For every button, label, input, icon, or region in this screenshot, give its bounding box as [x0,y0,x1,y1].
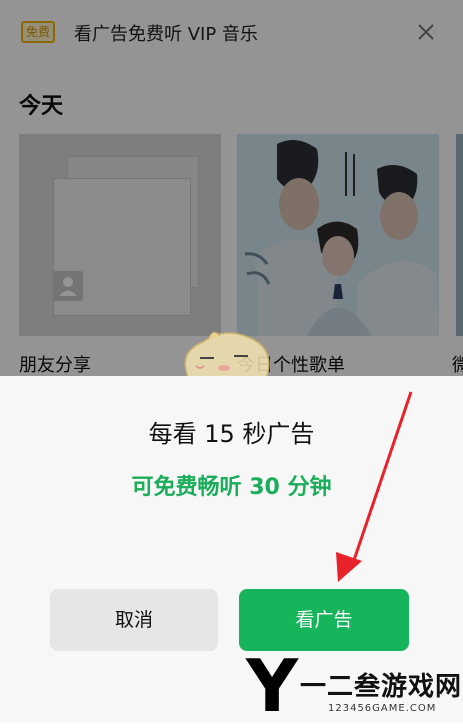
app-screen: 免费 看广告免费听 VIP 音乐 今天 朋友分享 今日个性歌单 微 每看 15 … [0,0,463,723]
site-watermark-url: 123456GAME.COM [328,703,437,714]
cancel-button[interactable]: 取消 [50,589,218,651]
watch-ad-button[interactable]: 看广告 [239,589,409,651]
dialog-title: 每看 15 秒广告 [148,420,315,448]
dialog-subtitle: 可免费畅听 30 分钟 [131,475,332,500]
site-watermark-title: 一二叁游戏网 [300,672,463,702]
dim-overlay[interactable] [0,0,463,376]
site-logo-letter: Y [246,644,299,728]
